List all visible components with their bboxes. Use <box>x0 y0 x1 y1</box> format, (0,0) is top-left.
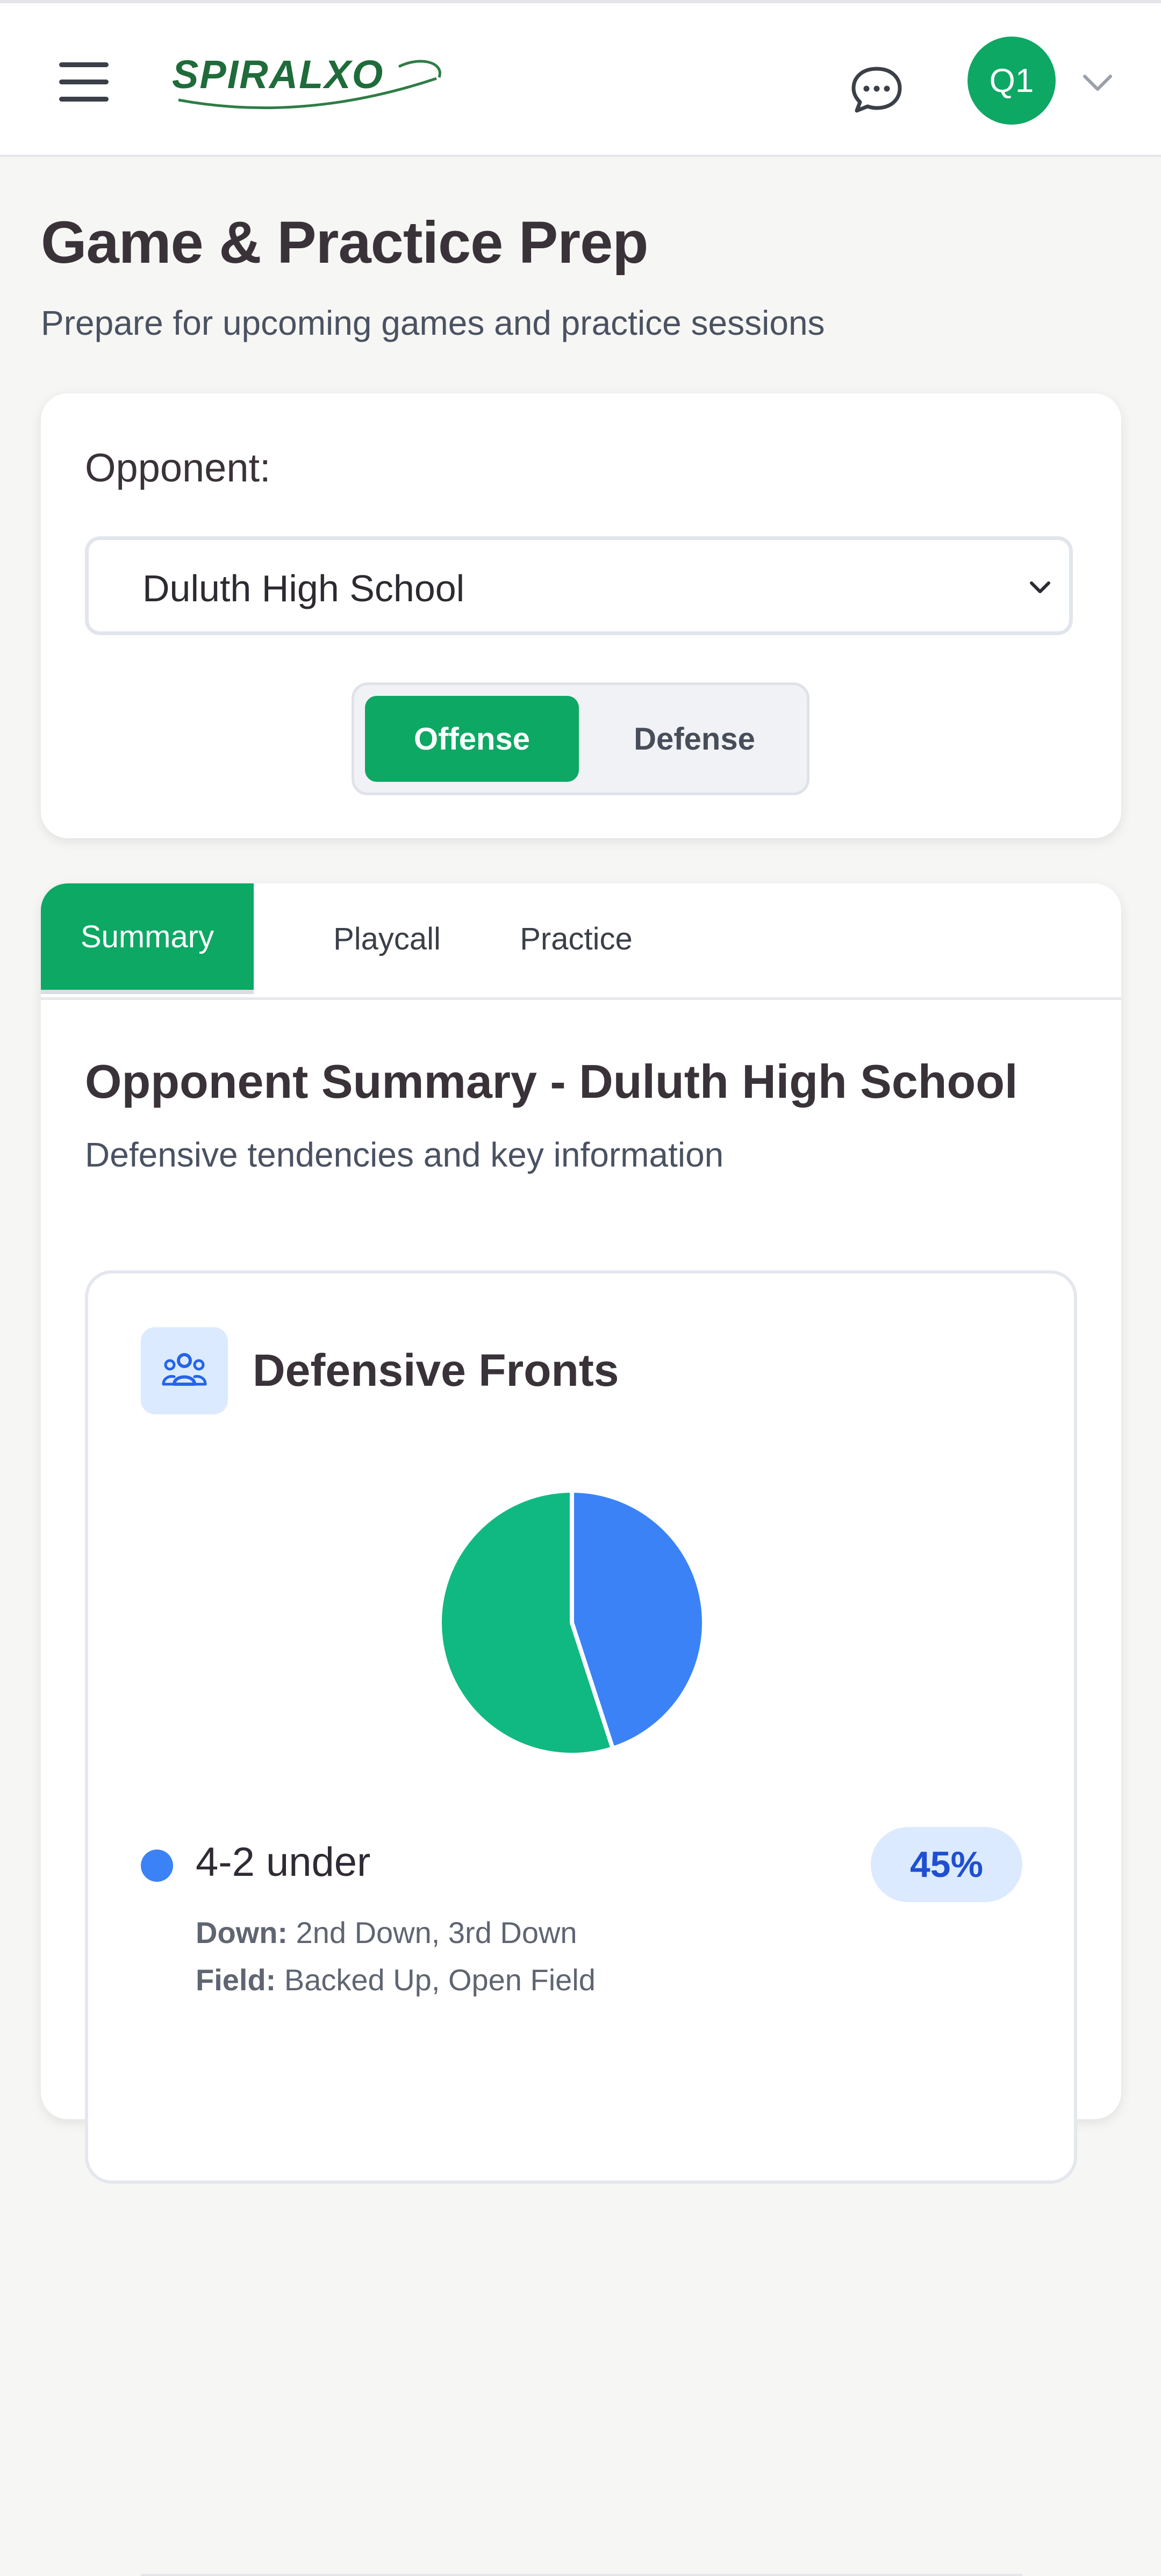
tab-bar: Summary Playcall Practice <box>41 883 1121 1000</box>
svg-text:SPIRALXO: SPIRALXO <box>172 52 384 97</box>
menu-button[interactable] <box>54 56 114 107</box>
prep-settings-card: Opponent: Duluth High School Offense Def… <box>41 393 1121 838</box>
tab-practice[interactable]: Practice <box>465 883 687 994</box>
legend-color-dot <box>141 1850 173 1882</box>
account-menu-toggle[interactable] <box>1079 68 1116 98</box>
summary-card: Summary Playcall Practice Opponent Summa… <box>41 883 1121 2576</box>
summary-subtitle: Defensive tendencies and key information <box>85 1135 724 1174</box>
legend-label: 4-2 under <box>196 1839 371 1885</box>
legend-down-detail: Down: 2nd Down, 3rd Down <box>196 1915 577 1950</box>
legend-field-detail: Field: Backed Up, Open Field <box>196 1962 596 1997</box>
opponent-select[interactable]: Duluth High School <box>85 536 1073 635</box>
fronts-icon-container <box>141 1327 228 1414</box>
defensive-fronts-pie-chart <box>438 1488 706 1757</box>
chevron-down-icon <box>1030 581 1050 593</box>
page-subtitle: Prepare for upcoming games and practice … <box>41 304 825 342</box>
side-toggle: Offense Defense <box>352 682 809 795</box>
chat-button[interactable] <box>846 63 907 115</box>
user-avatar[interactable]: Q1 <box>968 37 1056 125</box>
tab-summary[interactable]: Summary <box>41 883 254 994</box>
avatar-initials: Q1 <box>989 62 1034 99</box>
defensive-fronts-card: Defensive Fronts 4-2 under 45% Down: 2nd… <box>85 1270 1077 2576</box>
legend-item: 4-2 under 45% Down: 2nd Down, 3rd Down F… <box>141 1827 1022 2576</box>
legend-percent-badge: 45% <box>871 1827 1022 1902</box>
hamburger-icon-bar <box>59 97 109 102</box>
tab-playcall[interactable]: Playcall <box>298 883 476 994</box>
legend-divider <box>141 2574 1022 2576</box>
legend-down-value: 2nd Down, 3rd Down <box>296 1916 577 1949</box>
chevron-down-icon <box>1083 75 1112 91</box>
defensive-fronts-title: Defensive Fronts <box>253 1345 619 1395</box>
page-title: Game & Practice Prep <box>41 210 648 276</box>
legend-field-value: Backed Up, Open Field <box>284 1963 596 1997</box>
hamburger-icon-bar <box>59 62 109 67</box>
brand-logo[interactable]: SPIRALXO <box>168 51 447 115</box>
toggle-defense-button[interactable]: Defense <box>593 696 796 782</box>
legend-field-label: Field: <box>196 1963 276 1997</box>
toggle-offense-button[interactable]: Offense <box>365 696 579 782</box>
app-header: SPIRALXO Q1 <box>0 3 1161 157</box>
hamburger-icon-bar <box>59 80 109 84</box>
pie-chart-svg <box>438 1488 706 1757</box>
opponent-label: Opponent: <box>85 445 271 490</box>
users-group-icon <box>162 1353 207 1386</box>
chat-bubble-icon <box>851 67 902 113</box>
legend-down-label: Down: <box>196 1916 288 1949</box>
opponent-select-value: Duluth High School <box>142 567 465 609</box>
spiralxo-logo-icon: SPIRALXO <box>172 52 441 110</box>
summary-title: Opponent Summary - Duluth High School <box>85 1055 1018 1108</box>
